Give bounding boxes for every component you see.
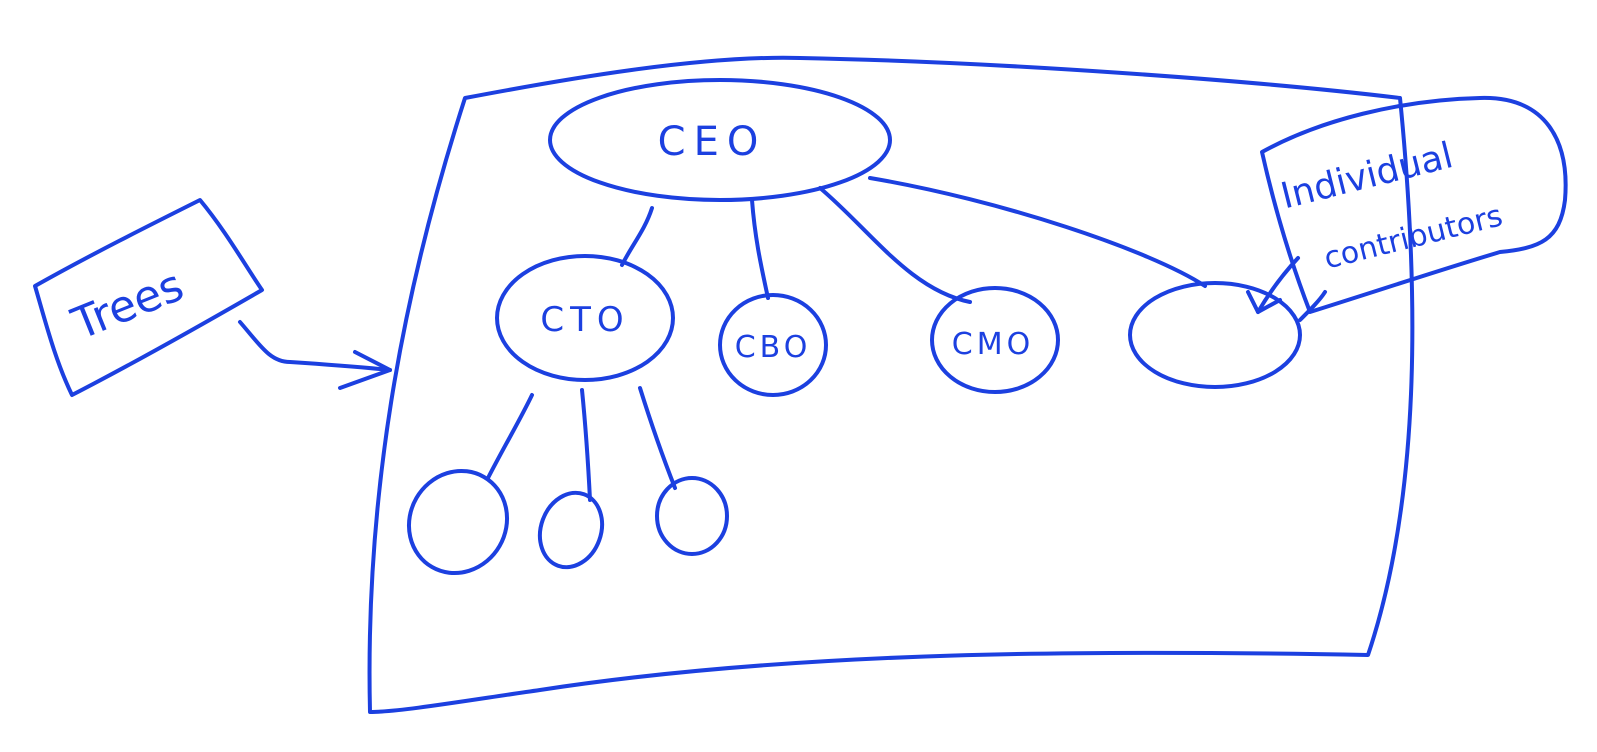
- trees-arrow: [238, 320, 392, 372]
- contributor-node: [1128, 281, 1302, 389]
- cto-child-node-1: [406, 468, 510, 576]
- cto-child-node-3: [655, 476, 729, 556]
- container-box: [367, 55, 1415, 714]
- edge-ceo-contributor: [868, 176, 1207, 288]
- edge-ceo-cmo: [818, 186, 972, 304]
- edge-ceo-cbo: [750, 198, 770, 300]
- cto-child-node-2: [537, 490, 605, 570]
- diagram-canvas: CEO CTO CBO CMO Trees Individual contrib…: [0, 0, 1597, 747]
- edge-cto-child-2: [580, 388, 592, 502]
- edge-cto-child-1: [486, 393, 534, 480]
- ceo-label: CEO: [657, 119, 767, 165]
- cto-label: CTO: [540, 300, 630, 340]
- cbo-label: CBO: [734, 330, 812, 365]
- cmo-label: CMO: [951, 327, 1035, 362]
- edge-cto-child-3: [638, 386, 677, 490]
- diagram-drawing: [33, 55, 1568, 714]
- contributors-arrow-1: [1256, 256, 1300, 314]
- edge-ceo-cto: [620, 206, 654, 267]
